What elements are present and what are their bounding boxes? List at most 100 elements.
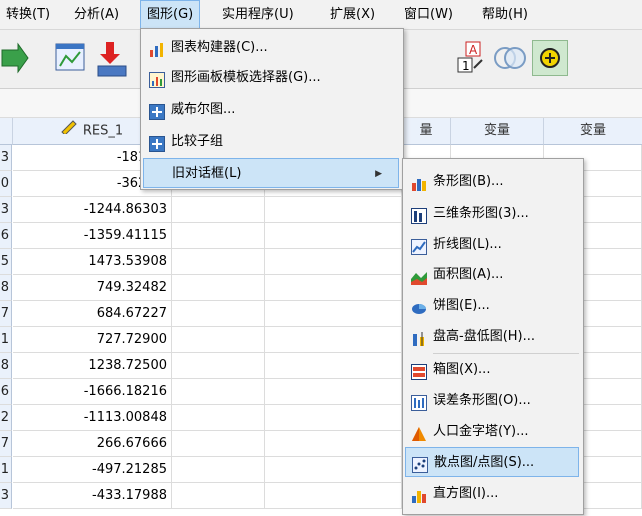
row-header[interactable]: 8 — [0, 353, 12, 379]
row-header[interactable]: 3 — [0, 197, 12, 223]
boxplot-icon — [411, 362, 427, 380]
res1-cell[interactable]: -1113.00848 — [13, 405, 172, 431]
add-circle-icon[interactable] — [532, 40, 568, 76]
row-header[interactable]: 1 — [0, 327, 12, 353]
menu-item-bar[interactable]: 条形图(B)... — [405, 167, 579, 197]
menu-utilities[interactable]: 实用程序(U) — [216, 0, 300, 29]
empty-cell[interactable] — [265, 275, 402, 301]
empty-cell[interactable] — [172, 353, 265, 379]
row-header[interactable]: 7 — [0, 431, 12, 457]
menu-item-legacy-dialogs[interactable]: 旧对话框(L) ▶ — [143, 158, 399, 188]
res1-cell[interactable]: -1666.18216 — [13, 379, 172, 405]
row-header[interactable]: 6 — [0, 223, 12, 249]
pyramid-icon — [411, 424, 427, 441]
menu-item-3d-bar[interactable]: 三维条形图(3)... — [405, 199, 579, 229]
empty-cell[interactable] — [172, 379, 265, 405]
menu-item-line[interactable]: 折线图(L)... — [405, 230, 579, 260]
row-header[interactable]: 1 — [0, 457, 12, 483]
empty-cell[interactable] — [172, 301, 265, 327]
empty-cell[interactable] — [172, 249, 265, 275]
ruler-pencil-icon — [61, 118, 77, 144]
pie-chart-icon — [411, 298, 427, 314]
empty-cell[interactable] — [265, 483, 402, 509]
res1-cell[interactable]: 684.67227 — [13, 301, 172, 327]
empty-cell[interactable] — [172, 223, 265, 249]
column-header-var-c[interactable]: 变量 — [544, 118, 642, 145]
empty-cell[interactable] — [265, 379, 402, 405]
empty-cell[interactable] — [172, 431, 265, 457]
menu-item-chart-builder[interactable]: 图表构建器(C)... — [143, 33, 399, 63]
empty-cell[interactable] — [172, 197, 265, 223]
empty-cell[interactable] — [265, 353, 402, 379]
menu-item-histogram[interactable]: 直方图(I)... — [405, 479, 579, 509]
row-header[interactable]: 8 — [0, 275, 12, 301]
row-header[interactable]: 7 — [0, 301, 12, 327]
empty-cell[interactable] — [172, 457, 265, 483]
res1-cell[interactable]: -1359.41115 — [13, 223, 172, 249]
menu-item-compare-subgroups[interactable]: 比较子组 — [143, 127, 399, 157]
arrow-icon[interactable] — [0, 38, 40, 78]
menu-item-pie[interactable]: 饼图(E)... — [405, 291, 579, 321]
menu-analyze[interactable]: 分析(A) — [68, 0, 125, 29]
res1-cell[interactable]: -433.17988 — [13, 483, 172, 509]
empty-cell[interactable] — [265, 249, 402, 275]
empty-cell[interactable] — [265, 457, 402, 483]
menu-help[interactable]: 帮助(H) — [476, 0, 534, 29]
menu-window[interactable]: 窗口(W) — [398, 0, 459, 29]
column-header-var-a[interactable]: 量 — [402, 118, 451, 145]
menu-item-weibull[interactable]: 威布尔图... — [143, 95, 399, 125]
menu-item-area[interactable]: 面积图(A)... — [405, 260, 579, 290]
menu-item-board-template[interactable]: 图形画板模板选择器(G)... — [143, 63, 399, 93]
menu-item-scatter-dot[interactable]: 散点图/点图(S)... — [405, 447, 579, 477]
row-header[interactable]: 0 — [0, 171, 12, 197]
res1-cell[interactable]: 1473.53908 — [13, 249, 172, 275]
column-header-var-b[interactable]: 变量 — [451, 118, 544, 145]
empty-cell[interactable] — [265, 301, 402, 327]
bar-chart-icon — [411, 174, 427, 191]
3d-bar-chart-icon — [411, 206, 427, 224]
row-header[interactable]: 5 — [0, 249, 12, 275]
res1-cell[interactable]: -497.21285 — [13, 457, 172, 483]
empty-cell[interactable] — [265, 223, 402, 249]
corner-header — [0, 118, 13, 145]
histogram-icon — [411, 486, 427, 503]
menu-item-high-low[interactable]: 盘高-盘低图(H)... — [405, 322, 579, 352]
svg-text:1: 1 — [462, 59, 470, 73]
plus-box-icon — [149, 102, 165, 120]
empty-cell[interactable] — [265, 197, 402, 223]
submenu-arrow-icon: ▶ — [375, 169, 382, 179]
import-icon[interactable] — [92, 38, 132, 78]
menu-item-error-bar[interactable]: 误差条形图(O)... — [405, 386, 579, 416]
chart-builder-icon — [149, 40, 165, 57]
empty-cell[interactable] — [172, 483, 265, 509]
res1-cell[interactable]: 727.72900 — [13, 327, 172, 353]
empty-cell[interactable] — [265, 327, 402, 353]
res1-cell[interactable]: 1238.72500 — [13, 353, 172, 379]
menu-transform[interactable]: 转换(T) — [0, 0, 56, 29]
empty-cell[interactable] — [172, 405, 265, 431]
board-template-icon — [149, 70, 165, 88]
scatter-plot-icon — [412, 455, 428, 473]
row-header[interactable]: 6 — [0, 379, 12, 405]
area-chart-icon — [411, 267, 427, 285]
menu-item-pyramid[interactable]: 人口金字塔(Y)... — [405, 417, 579, 447]
res1-cell[interactable]: 266.67666 — [13, 431, 172, 457]
row-header[interactable]: 3 — [0, 483, 12, 509]
empty-cell[interactable] — [172, 275, 265, 301]
res1-cell[interactable]: 749.32482 — [13, 275, 172, 301]
row-header[interactable]: 3 — [0, 145, 12, 171]
a1-variable-icon[interactable]: A1 — [452, 38, 492, 78]
res1-cell[interactable]: -1244.86303 — [13, 197, 172, 223]
empty-cell[interactable] — [265, 431, 402, 457]
menu-extensions[interactable]: 扩展(X) — [324, 0, 381, 29]
menu-separator — [433, 353, 579, 354]
line-chart-icon — [411, 237, 427, 255]
row-header[interactable]: 2 — [0, 405, 12, 431]
chart-dialog-icon[interactable] — [52, 38, 92, 78]
menu-graphs[interactable]: 图形(G) — [140, 0, 201, 29]
empty-cell[interactable] — [172, 327, 265, 353]
error-bar-icon — [411, 393, 427, 411]
menu-item-boxplot[interactable]: 箱图(X)... — [405, 355, 579, 385]
venn-icon[interactable] — [490, 38, 530, 78]
empty-cell[interactable] — [265, 405, 402, 431]
